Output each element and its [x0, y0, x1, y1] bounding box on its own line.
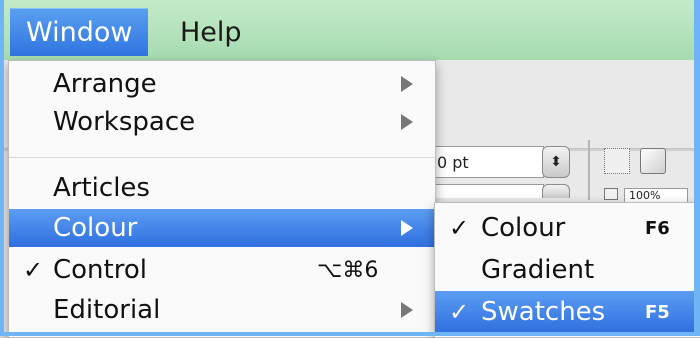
colour-submenu: ✓ Colour F6 Gradient ✓ Swatches F5: [434, 202, 700, 338]
submenu-item-swatches-shortcut: F5: [645, 301, 670, 323]
menu-item-articles-label: Articles: [53, 173, 150, 203]
checkmark-icon: ✓: [449, 298, 470, 326]
submenu-item-gradient[interactable]: Gradient: [435, 249, 700, 291]
checkmark-icon: ✓: [449, 214, 470, 242]
menu-item-arrange[interactable]: Arrange: [9, 65, 435, 103]
menu-item-colour[interactable]: Colour: [9, 209, 435, 247]
submenu-item-colour[interactable]: ✓ Colour F6: [435, 207, 700, 249]
menu-item-arrange-label: Arrange: [53, 69, 157, 99]
submenu-item-colour-label: Colour: [481, 213, 566, 243]
submenu-item-swatches[interactable]: ✓ Swatches F5: [435, 291, 700, 333]
stroke-weight-field[interactable]: 0 pt: [432, 146, 544, 178]
menubar-window[interactable]: Window: [10, 8, 149, 56]
scale-field[interactable]: 100%: [624, 188, 688, 202]
submenu-arrow-icon: [401, 76, 413, 92]
stroke-weight-value: 0 pt: [437, 152, 469, 172]
stroke-type-stepper[interactable]: [542, 184, 570, 198]
scale-icon: [604, 188, 618, 200]
submenu-item-swatches-label: Swatches: [481, 297, 606, 327]
stepper-arrows-icon: ⬍: [550, 154, 562, 170]
menu-item-control-label: Control: [53, 255, 147, 285]
checkmark-icon: ✓: [23, 256, 44, 284]
menubar-help-label: Help: [180, 16, 242, 48]
stroke-type-field[interactable]: [432, 184, 544, 198]
menu-bar: Window Help: [0, 0, 700, 61]
menubar-help[interactable]: Help: [176, 8, 246, 56]
submenu-arrow-icon: [401, 220, 413, 236]
menu-separator: [9, 157, 435, 158]
menu-item-control[interactable]: ✓ Control ⌥⌘6: [9, 251, 435, 289]
submenu-item-gradient-label: Gradient: [481, 255, 595, 285]
menu-item-control-shortcut: ⌥⌘6: [317, 257, 379, 283]
menu-item-workspace-label: Workspace: [53, 107, 196, 137]
scale-value: 100%: [629, 189, 661, 202]
screenshot-frame: Window Help 0 pt ⬍ 100% Arrange Workspac…: [0, 0, 700, 338]
menu-item-editorial[interactable]: Editorial: [9, 291, 435, 329]
menu-item-articles[interactable]: Articles: [9, 169, 435, 207]
menu-item-editorial-label: Editorial: [53, 295, 161, 325]
toolbar-separator: [588, 140, 590, 200]
frame-border-left: [0, 0, 4, 336]
frame-border-right: [694, 0, 700, 336]
stroke-weight-stepper[interactable]: ⬍: [542, 146, 570, 178]
submenu-arrow-icon: [401, 114, 413, 130]
submenu-arrow-icon: [401, 302, 413, 318]
menu-item-workspace[interactable]: Workspace: [9, 103, 435, 141]
drop-shadow-icon[interactable]: [640, 148, 666, 174]
frame-border-bottom: [0, 332, 700, 336]
selection-tool-icon[interactable]: [604, 148, 630, 174]
submenu-item-colour-shortcut: F6: [645, 217, 670, 239]
menu-item-colour-label: Colour: [53, 213, 138, 243]
window-menu: Arrange Workspace Articles Colour ✓ Cont…: [8, 60, 436, 338]
menubar-window-label: Window: [26, 16, 133, 48]
